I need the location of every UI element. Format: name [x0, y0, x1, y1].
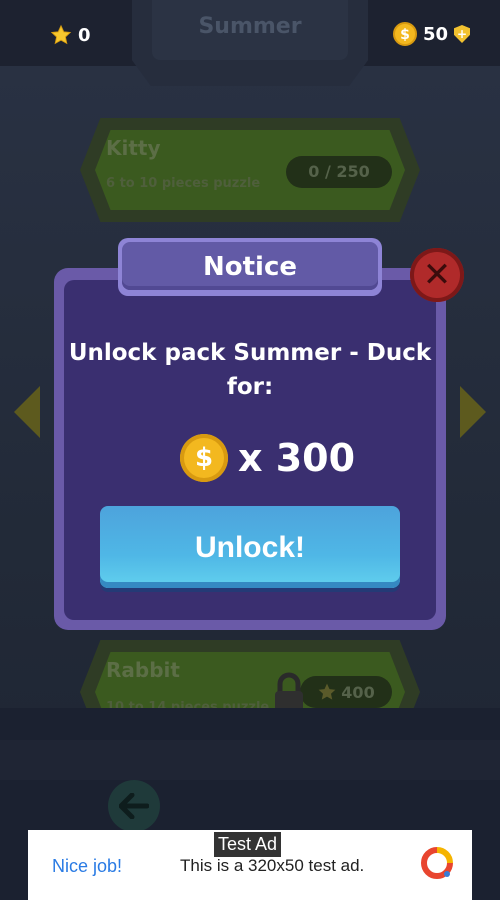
- pack-name-rabbit: Rabbit: [106, 658, 180, 682]
- bottom-panel-step: [0, 740, 500, 780]
- dialog-message: Unlock pack Summer - Duck for:: [68, 340, 432, 400]
- ad-tag: Test Ad: [214, 832, 282, 857]
- pack-cost-rabbit: 400: [300, 676, 392, 708]
- back-button[interactable]: [108, 780, 160, 832]
- ad-left-text[interactable]: Nice job!: [52, 856, 122, 877]
- coin-icon: $: [392, 22, 417, 46]
- close-icon: ✕: [422, 255, 452, 295]
- shop-shield-icon[interactable]: +: [454, 25, 470, 43]
- close-button[interactable]: ✕: [410, 248, 464, 302]
- star-counter: 0: [50, 24, 91, 46]
- coin-icon: $: [180, 434, 228, 482]
- unlock-price: $ x 300: [180, 434, 355, 482]
- coin-count: 50: [422, 23, 448, 45]
- star-count: 0: [78, 24, 91, 46]
- pack-cost-value: 400: [341, 682, 375, 702]
- coin-counter[interactable]: $ 50 +: [392, 22, 470, 46]
- svg-text:$: $: [400, 27, 410, 43]
- dialog-title: Notice: [202, 252, 297, 282]
- price-amount: x 300: [238, 436, 356, 480]
- back-arrow-icon: [119, 793, 149, 819]
- pack-progress-kitty: 0 / 250: [286, 156, 392, 188]
- pack-subtitle-kitty: 6 to 10 pieces puzzle: [106, 176, 261, 191]
- pack-name-kitty: Kitty: [106, 136, 161, 160]
- ad-message[interactable]: This is a 320x50 test ad.: [180, 856, 364, 876]
- unlock-button[interactable]: Unlock!: [100, 506, 400, 588]
- star-icon: [318, 683, 336, 700]
- ad-logo-icon[interactable]: [420, 846, 454, 880]
- star-icon: [50, 24, 72, 45]
- page-title: Summer: [198, 14, 302, 39]
